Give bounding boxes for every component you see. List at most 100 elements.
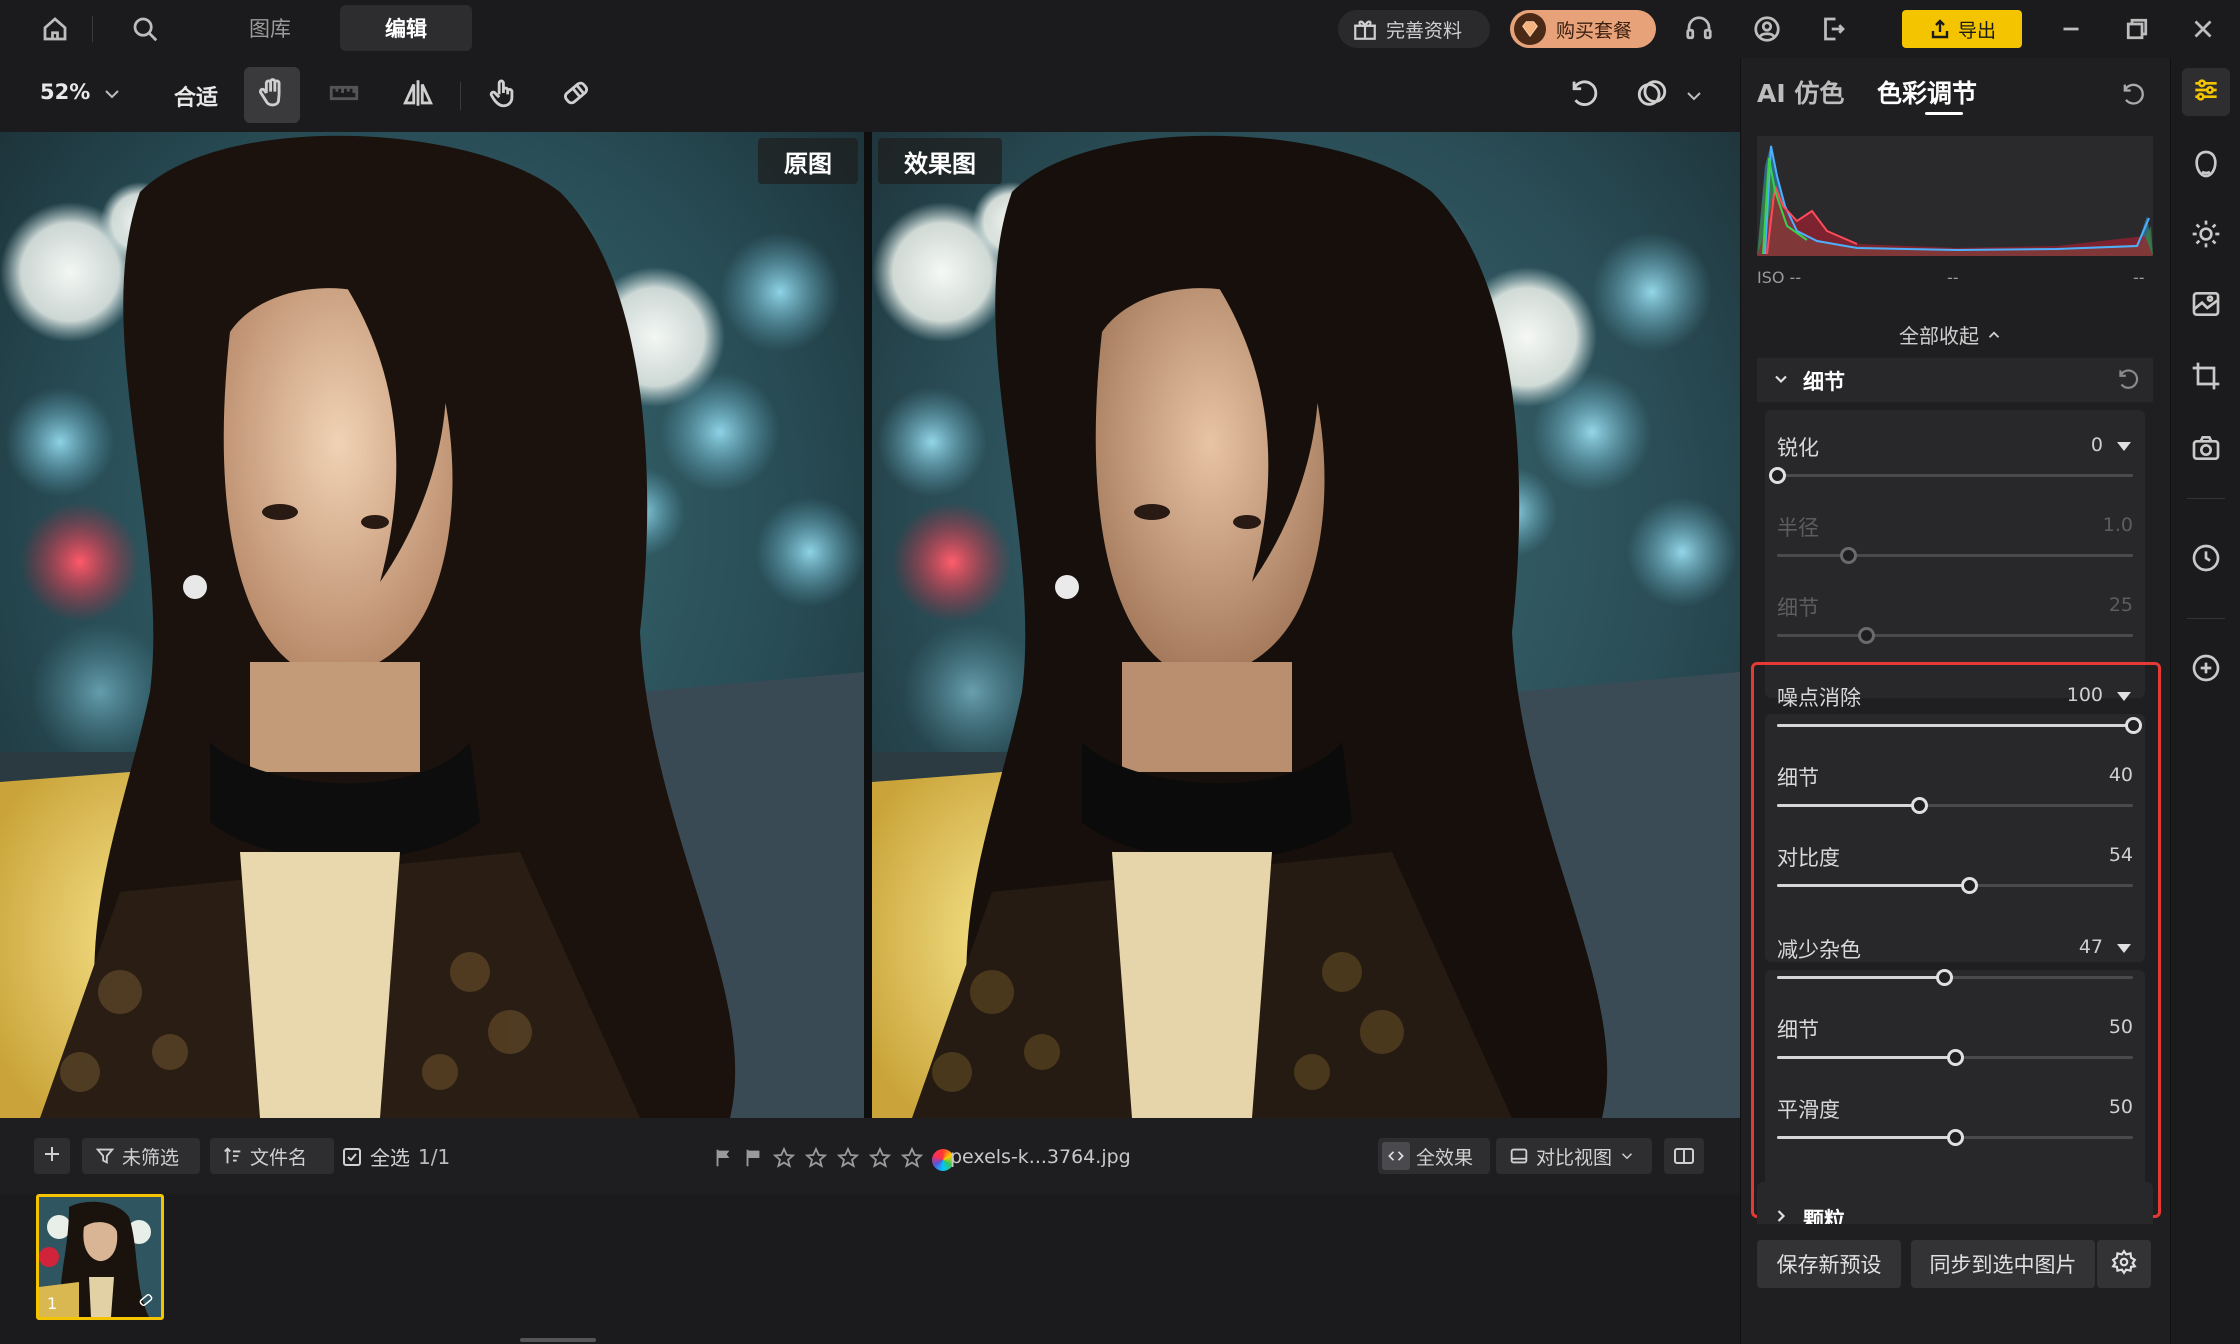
slider-track-cn-detail[interactable] (1777, 1049, 2133, 1066)
detail-section-header[interactable]: 细节 (1757, 358, 2153, 402)
slider-track-color-noise[interactable] (1777, 969, 2133, 986)
reset-icon[interactable] (2115, 366, 2141, 396)
compare-view-icon (1508, 1145, 1530, 1167)
sort-button[interactable]: 文件名 (210, 1138, 334, 1174)
buy-package-button[interactable]: 购买套餐 (1510, 10, 1656, 48)
tab-color-adjust[interactable]: 色彩调节 (1877, 74, 1977, 110)
eraser-tool[interactable] (548, 67, 604, 123)
flag-icon[interactable] (712, 1147, 734, 1173)
settings-button[interactable] (2097, 1240, 2151, 1288)
tab-library[interactable]: 图库 (220, 5, 320, 51)
thumbnail[interactable]: 1 (36, 1194, 164, 1320)
slider-fill (1777, 634, 1866, 637)
logout-icon[interactable] (1814, 10, 1852, 48)
close-icon[interactable] (2184, 10, 2222, 48)
slider-knob[interactable] (1947, 1129, 1964, 1146)
light-button[interactable] (2182, 212, 2230, 260)
slider-value-color-noise[interactable]: 47 (2041, 936, 2103, 958)
minimize-icon[interactable] (2052, 10, 2090, 48)
undo-icon (1567, 76, 1601, 114)
reset-icon[interactable] (2119, 80, 2147, 112)
slider-value-noise-reduction[interactable]: 100 (2041, 684, 2103, 706)
filter-button[interactable]: 未筛选 (82, 1138, 200, 1174)
sort-label: 文件名 (250, 1146, 308, 1169)
chevron-down-icon (1771, 369, 1791, 393)
select-all[interactable]: 全选 1/1 (340, 1142, 450, 1171)
search-icon[interactable] (126, 10, 164, 48)
touch-tool[interactable] (474, 67, 530, 123)
star-icon[interactable] (804, 1146, 828, 1174)
crop-button[interactable] (2182, 354, 2230, 402)
slider-track-cn-smooth[interactable] (1777, 1129, 2133, 1146)
effect-image: 效果图 (872, 132, 1740, 1118)
home-icon[interactable] (36, 10, 74, 48)
compare-divider[interactable] (864, 132, 872, 1118)
rating-bar (712, 1146, 954, 1174)
slider-track-nr-contrast[interactable] (1777, 877, 2133, 894)
slider-value-cn-detail[interactable]: 50 (2041, 1016, 2133, 1038)
star-icon[interactable] (868, 1146, 892, 1174)
compare-view-button[interactable]: 对比视图 (1496, 1138, 1652, 1174)
slider-label-sharpen: 锐化 (1777, 436, 1819, 460)
noise-reduction-card (1765, 714, 2145, 962)
settings-icon (2111, 1249, 2137, 1279)
image-edit-button[interactable] (2182, 282, 2230, 330)
dropdown-caret-icon[interactable] (2117, 442, 2131, 451)
slider-value-nr-detail[interactable]: 40 (2041, 764, 2133, 786)
split-view-button[interactable] (1664, 1138, 1704, 1174)
sliders-button[interactable] (2182, 68, 2230, 116)
slider-value-radius[interactable]: 1.0 (2041, 514, 2133, 536)
slider-fill (1777, 804, 1920, 807)
tab-ai-color[interactable]: AI 仿色 (1757, 74, 1844, 110)
slider-track-sharpen-detail[interactable] (1777, 627, 2133, 644)
histogram-iso: ISO -- (1757, 268, 1802, 287)
hand-tool[interactable] (244, 67, 300, 123)
slider-value-sharpen-detail[interactable]: 25 (2041, 594, 2133, 616)
filmstrip-scrollbar[interactable] (520, 1338, 596, 1342)
slider-value-nr-contrast[interactable]: 54 (2041, 844, 2133, 866)
headset-icon[interactable] (1680, 10, 1718, 48)
dropdown-caret-icon[interactable] (2117, 944, 2131, 953)
restore-icon[interactable] (2118, 10, 2156, 48)
slider-knob[interactable] (2125, 717, 2142, 734)
slider-knob[interactable] (1769, 467, 1786, 484)
star-icon[interactable] (772, 1146, 796, 1174)
sync-button[interactable]: 同步到选中图片 (1911, 1240, 2095, 1288)
image-canvas[interactable]: 原图 效果图 (0, 132, 1740, 1118)
thumb-index: 1 (47, 1294, 58, 1313)
collapse-all-button[interactable]: 全部收起 (1899, 320, 2003, 349)
all-effects-button[interactable]: 全效果 (1378, 1138, 1490, 1174)
fit-button[interactable]: 合适 (174, 80, 218, 112)
slider-track-radius[interactable] (1777, 547, 2133, 564)
history-button[interactable] (2182, 536, 2230, 584)
add-tool-button[interactable] (2182, 646, 2230, 694)
slider-value-sharpen[interactable]: 0 (2041, 434, 2103, 456)
slider-knob[interactable] (1858, 627, 1875, 644)
star-icon[interactable] (900, 1146, 924, 1174)
add-button[interactable] (34, 1138, 70, 1174)
export-button[interactable]: 导出 (1902, 10, 2022, 48)
user-icon[interactable] (1748, 10, 1786, 48)
slider-knob[interactable] (1947, 1049, 1964, 1066)
overlay-button[interactable] (1624, 67, 1680, 123)
tab-edit[interactable]: 编辑 (340, 5, 472, 51)
chevron-down-icon[interactable] (1682, 84, 1706, 112)
complete-profile-button[interactable]: 完善资料 (1338, 10, 1490, 48)
save-preset-button[interactable]: 保存新预设 (1757, 1240, 1901, 1288)
slider-value-cn-smooth[interactable]: 50 (2041, 1096, 2133, 1118)
flag-icon[interactable] (742, 1147, 764, 1173)
slider-track-nr-detail[interactable] (1777, 797, 2133, 814)
star-icon[interactable] (836, 1146, 860, 1174)
slider-track-noise-reduction[interactable] (1777, 717, 2142, 734)
face-button[interactable] (2182, 142, 2230, 190)
edit-toolbar: 52% 合适 (0, 58, 1740, 132)
slider-track-sharpen[interactable] (1769, 467, 2133, 484)
adjust-panel: AI 仿色 色彩调节 ISO -- -- -- 全部收起 细节 颗粒 保存新预设… (1740, 58, 2171, 1344)
zoom-level[interactable]: 52% (40, 80, 90, 104)
camera-button[interactable] (2182, 426, 2230, 474)
dropdown-caret-icon[interactable] (2117, 692, 2131, 701)
divider (2187, 618, 2225, 619)
chevron-down-icon[interactable] (100, 82, 124, 110)
flip-tool[interactable] (390, 67, 446, 123)
undo-button[interactable] (1556, 67, 1612, 123)
